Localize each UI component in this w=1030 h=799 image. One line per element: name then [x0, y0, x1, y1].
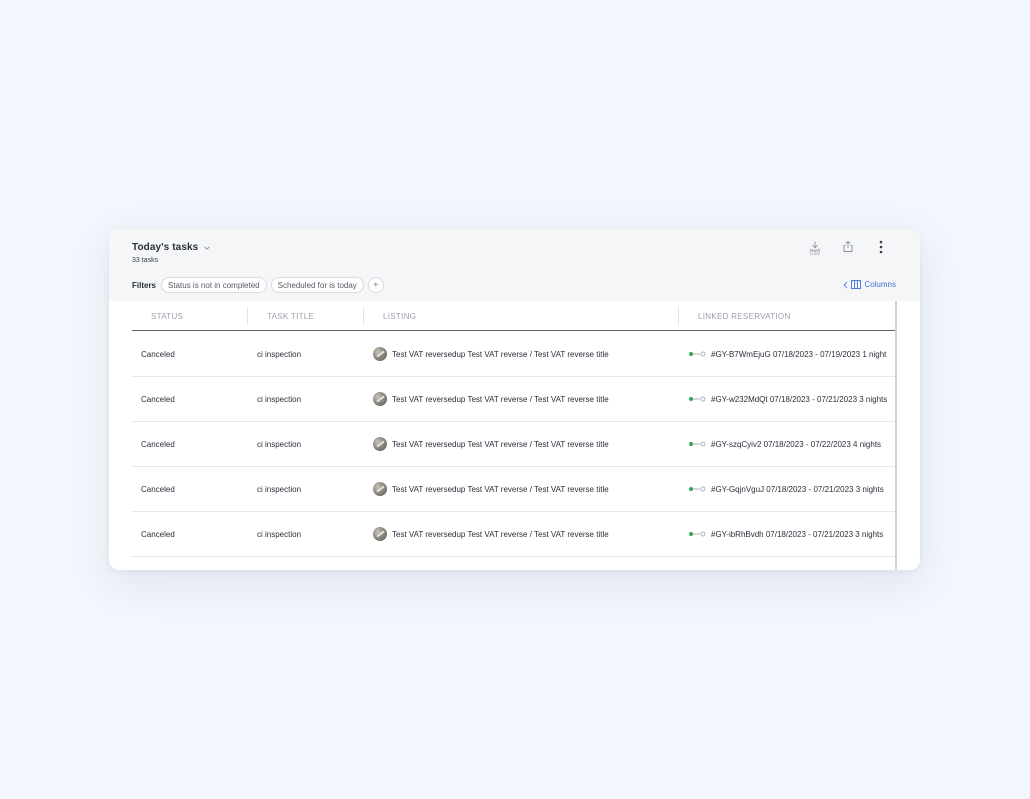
cell-listing: Test VAT reversedup Test VAT reverse / T… — [364, 347, 679, 361]
more-options-button[interactable] — [872, 240, 890, 260]
cell-task-title: ci inspection — [257, 394, 302, 404]
column-header-linked-reservation[interactable]: LINKED RESERVATION — [679, 301, 896, 331]
listing-thumbnail-icon — [373, 347, 387, 361]
table-header: STATUS TASK TITLE LISTING LINKED RESERVA… — [132, 301, 896, 331]
export-csv-button[interactable]: CSV — [806, 240, 824, 260]
cell-status: Canceled — [141, 349, 175, 359]
horizontal-scroll-edge — [895, 301, 897, 570]
reservation-timeline-icon — [689, 351, 706, 357]
reservation-timeline-icon — [689, 531, 706, 537]
cell-status: Canceled — [141, 529, 175, 539]
listing-name: Test VAT reversedup Test VAT reverse / T… — [392, 394, 609, 404]
reservation-info: #GY-w232MdQt 07/18/2023 - 07/21/2023 3 n… — [711, 394, 888, 404]
cell-listing: Test VAT reversedup Test VAT reverse / T… — [364, 437, 679, 451]
reservation-timeline-icon — [689, 441, 706, 447]
column-header-label: STATUS — [151, 311, 184, 321]
cell-reservation[interactable]: #GY-w232MdQt 07/18/2023 - 07/21/2023 3 n… — [679, 395, 896, 404]
column-header-listing[interactable]: LISTING — [364, 301, 679, 331]
table-row[interactable]: Canceled ci inspection Test VAT reversed… — [132, 377, 896, 422]
cell-task-title: ci inspection — [257, 529, 302, 539]
column-header-label: LISTING — [383, 311, 417, 321]
chevron-left-icon — [844, 281, 848, 288]
share-icon — [843, 240, 853, 252]
cell-status: Canceled — [141, 394, 175, 404]
columns-icon — [851, 280, 862, 289]
listing-name: Test VAT reversedup Test VAT reverse / T… — [392, 349, 609, 359]
columns-label: Columns — [864, 280, 896, 289]
header-actions: CSV — [806, 240, 890, 260]
listing-thumbnail-icon — [373, 437, 387, 451]
card-header: Today's tasks 33 tasks CSV Filters Statu… — [109, 229, 920, 301]
cell-reservation[interactable]: #GY-GqjnVguJ 07/18/2023 - 07/21/2023 3 n… — [679, 485, 896, 494]
more-vertical-icon — [879, 240, 883, 254]
cell-listing: Test VAT reversedup Test VAT reverse / T… — [364, 482, 679, 496]
reservation-info: #GY-ibRhBvdh 07/18/2023 - 07/21/2023 3 n… — [711, 529, 884, 539]
table-body: Canceled ci inspection Test VAT reversed… — [132, 332, 896, 557]
column-header-label: LINKED RESERVATION — [698, 311, 791, 321]
table-row[interactable]: Canceled ci inspection Test VAT reversed… — [132, 512, 896, 557]
cell-reservation[interactable]: #GY-ibRhBvdh 07/18/2023 - 07/21/2023 3 n… — [679, 530, 896, 539]
cell-reservation[interactable]: #GY-szqCyiv2 07/18/2023 - 07/22/2023 4 n… — [679, 440, 896, 449]
reservation-info: #GY-GqjnVguJ 07/18/2023 - 07/21/2023 3 n… — [711, 484, 884, 494]
filter-chip-status[interactable]: Status is not in completed — [161, 277, 267, 293]
page-title: Today's tasks — [132, 242, 199, 253]
csv-label: CSV — [809, 251, 821, 257]
columns-button[interactable]: Columns — [843, 280, 896, 289]
listing-thumbnail-icon — [373, 482, 387, 496]
cell-reservation[interactable]: #GY-B7WmEjuG 07/18/2023 - 07/19/2023 1 n… — [679, 350, 896, 359]
chevron-down-icon — [204, 245, 211, 250]
table-row[interactable]: Canceled ci inspection Test VAT reversed… — [132, 332, 896, 377]
cell-task-title: ci inspection — [257, 484, 302, 494]
view-title-dropdown[interactable]: Today's tasks — [132, 242, 211, 253]
listing-name: Test VAT reversedup Test VAT reverse / T… — [392, 484, 609, 494]
share-button[interactable] — [839, 240, 857, 260]
column-header-task-title[interactable]: TASK TITLE — [248, 301, 364, 331]
cell-listing: Test VAT reversedup Test VAT reverse / T… — [364, 392, 679, 406]
cell-status: Canceled — [141, 484, 175, 494]
add-filter-button[interactable]: + — [367, 277, 384, 293]
cell-listing: Test VAT reversedup Test VAT reverse / T… — [364, 527, 679, 541]
column-header-status[interactable]: STATUS — [132, 301, 248, 331]
cell-task-title: ci inspection — [257, 349, 302, 359]
listing-thumbnail-icon — [373, 527, 387, 541]
listing-name: Test VAT reversedup Test VAT reverse / T… — [392, 439, 609, 449]
task-count: 33 tasks — [132, 257, 159, 264]
tasks-table: STATUS TASK TITLE LISTING LINKED RESERVA… — [132, 301, 896, 570]
filters-bar: Filters Status is not in completed Sched… — [132, 277, 384, 293]
column-header-label: TASK TITLE — [267, 311, 315, 321]
listing-name: Test VAT reversedup Test VAT reverse / T… — [392, 529, 609, 539]
reservation-info: #GY-szqCyiv2 07/18/2023 - 07/22/2023 4 n… — [711, 439, 882, 449]
table-row[interactable]: Canceled ci inspection Test VAT reversed… — [132, 422, 896, 467]
table-row[interactable]: Canceled ci inspection Test VAT reversed… — [132, 467, 896, 512]
cell-status: Canceled — [141, 439, 175, 449]
filters-label: Filters — [132, 280, 157, 290]
filter-chip-scheduled[interactable]: Scheduled for is today — [270, 277, 364, 293]
listing-thumbnail-icon — [373, 392, 387, 406]
tasks-card: Today's tasks 33 tasks CSV Filters Statu… — [109, 229, 920, 570]
reservation-info: #GY-B7WmEjuG 07/18/2023 - 07/19/2023 1 n… — [711, 349, 887, 359]
reservation-timeline-icon — [689, 486, 706, 492]
reservation-timeline-icon — [689, 396, 706, 402]
cell-task-title: ci inspection — [257, 439, 302, 449]
